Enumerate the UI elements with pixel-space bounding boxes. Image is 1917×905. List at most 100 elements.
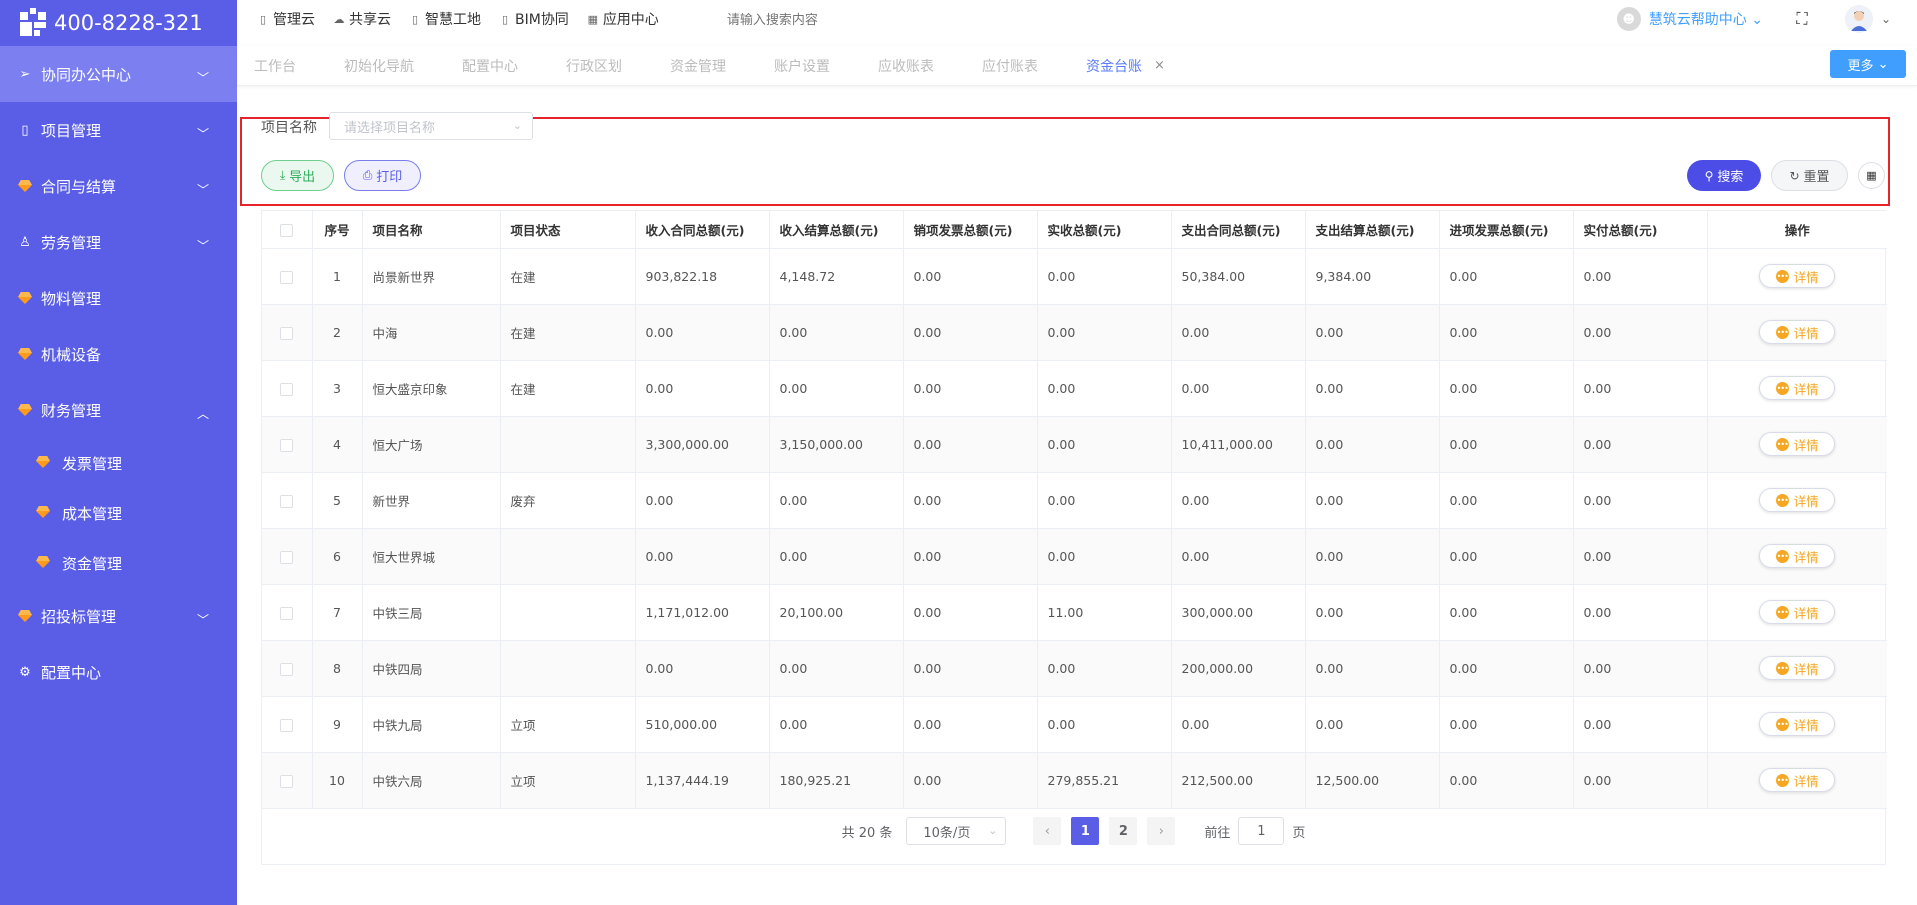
row-checkbox[interactable] (280, 270, 294, 284)
table-cell: 0.00 (1439, 248, 1574, 305)
table-row: 4 恒大广场 3,300,000.00 3,150,000.00 0.00 0.00 10,… (262, 416, 1887, 473)
sidebar-item[interactable]: 招投标管理 ﹀ (0, 588, 237, 644)
page-button[interactable]: 2 (1109, 817, 1138, 845)
row-checkbox[interactable] (280, 326, 294, 340)
table-cell: 0.00 (769, 304, 904, 361)
row-select-cell (262, 528, 313, 585)
sidebar-subitem[interactable]: 成本管理 (0, 488, 237, 538)
detail-button[interactable]: ••• 详情 (1759, 488, 1836, 512)
user-chevron-down-icon[interactable]: ⌄ (1881, 12, 1891, 26)
sidebar-item[interactable]: ➢ 协同办公中心 ﹀ (0, 46, 237, 102)
table-cell: 0.00 (903, 752, 1038, 809)
table-cell: 立项 (500, 696, 636, 753)
tab[interactable]: 初始化导航 (344, 56, 414, 76)
table-cell: 0.00 (1573, 248, 1708, 305)
goto-suffix: 页 (1292, 825, 1306, 841)
logo[interactable]: 400-8228-321 (0, 0, 237, 46)
topnav-item[interactable]: ☁ 共享云 (333, 9, 392, 29)
table-cell: 180,925.21 (769, 752, 904, 809)
table-row: 6 恒大世界城 0.00 0.00 0.00 0.00 0.00 0.00 0.00 0.00 ••… (262, 528, 1887, 585)
page-button[interactable]: 1 (1071, 817, 1100, 845)
table-cell: 1,171,012.00 (635, 584, 770, 641)
sidebar-item[interactable]: ♙ 劳务管理 ﹀ (0, 214, 237, 270)
detail-button[interactable]: ••• 详情 (1759, 712, 1836, 736)
page-buttons: 12 (1066, 817, 1142, 845)
search-icon: ⚲ (1704, 168, 1714, 183)
tab[interactable]: 行政区划 (566, 56, 622, 76)
select-all-checkbox[interactable] (280, 223, 294, 237)
detail-button[interactable]: ••• 详情 (1759, 544, 1836, 568)
row-checkbox[interactable] (280, 662, 294, 676)
user-avatar[interactable] (1844, 5, 1873, 33)
detail-button[interactable]: ••• 详情 (1759, 600, 1836, 624)
row-checkbox[interactable] (280, 438, 294, 452)
top-search-input[interactable] (726, 11, 977, 27)
table-cell: 20,100.00 (769, 584, 904, 641)
tab[interactable]: 工作台 (254, 56, 296, 76)
export-button[interactable]: ⤓ 导出 (261, 160, 334, 191)
detail-button[interactable]: ••• 详情 (1759, 376, 1836, 400)
topnav-item[interactable]: ▯ BIM协同 (499, 9, 569, 29)
tab[interactable]: 应收账表 (878, 56, 934, 76)
next-page-button[interactable]: › (1147, 817, 1176, 845)
table-cell: 10,411,000.00 (1171, 416, 1306, 473)
detail-button[interactable]: ••• 详情 (1759, 264, 1836, 288)
tab[interactable]: 账户设置 (774, 56, 830, 76)
sidebar-item[interactable]: 机械设备 (0, 326, 237, 382)
print-label: 打印 (376, 170, 403, 185)
column-settings-icon[interactable]: ▦ (1858, 162, 1885, 189)
detail-button[interactable]: ••• 详情 (1759, 320, 1836, 344)
search-button[interactable]: ⚲ 搜索 (1687, 160, 1761, 191)
sidebar-subitem[interactable]: 发票管理 (0, 438, 237, 488)
row-checkbox[interactable] (280, 774, 294, 788)
topnav-item[interactable]: ▯ 管理云 (257, 9, 315, 29)
ledger-table: 序号 项目名称 项目状态 收入合同总额(元) 收入结算总额(元) 销项发票总额(元) 实收总… (261, 210, 1887, 865)
topnav-item[interactable]: ▯ 智慧工地 (409, 9, 481, 29)
goto-page-input[interactable] (1238, 817, 1285, 845)
table-cell: 0.00 (1439, 696, 1574, 753)
sidebar-menu: ➢ 协同办公中心 ﹀ ▯ 项目管理 ﹀ 合同与结算 ﹀ ♙ 劳务管理 ﹀ 物料管理 机械设备 财务管理 ︿ 发… (0, 46, 237, 700)
help-center-link[interactable]: 慧筑云帮助中心 ⌄ (1649, 9, 1763, 29)
tab[interactable]: 资金管理 (670, 56, 726, 76)
row-checkbox[interactable] (280, 382, 294, 396)
sidebar-item[interactable]: 物料管理 (0, 270, 237, 326)
table-row: 7 中铁三局 1,171,012.00 20,100.00 0.00 11.00 300,0… (262, 584, 1887, 641)
reset-button[interactable]: ↻ 重置 (1771, 160, 1848, 191)
project-name-select[interactable]: 请选择项目名称 ⌄ (329, 112, 533, 140)
sidebar-item[interactable]: 财务管理 ︿ (0, 382, 237, 438)
row-checkbox[interactable] (280, 606, 294, 620)
table-cell: 0.00 (1573, 472, 1708, 529)
row-checkbox[interactable] (280, 718, 294, 732)
chevron-down-icon: ⌄ (1877, 56, 1889, 72)
prev-page-button[interactable]: ‹ (1033, 817, 1062, 845)
table-cell: 中海 (362, 304, 501, 361)
table-cell: 0.00 (1439, 360, 1574, 417)
table-cell: 0.00 (1439, 304, 1574, 361)
detail-button[interactable]: ••• 详情 (1759, 768, 1836, 792)
chevron-down-icon: ﹀ (197, 183, 210, 197)
gem-icon (17, 290, 33, 306)
table-cell: 立项 (500, 752, 636, 809)
close-icon[interactable]: × (1154, 58, 1165, 73)
tab-active[interactable]: 资金台账 (1086, 56, 1142, 76)
more-button[interactable]: 更多 ⌄ (1830, 50, 1906, 78)
table-cell: 中铁三局 (362, 584, 501, 641)
fullscreen-icon[interactable]: ⛶ (1793, 9, 1811, 28)
row-checkbox[interactable] (280, 550, 294, 564)
sidebar-subitem[interactable]: 资金管理 (0, 538, 237, 588)
tab[interactable]: 应付账表 (982, 56, 1038, 76)
tab[interactable]: 配置中心 (462, 56, 518, 76)
topnav-item[interactable]: ▦ 应用中心 (587, 9, 659, 29)
sidebar-item[interactable]: 合同与结算 ﹀ (0, 158, 237, 214)
detail-label: 详情 (1793, 717, 1819, 733)
row-checkbox[interactable] (280, 494, 294, 508)
table-cell: 510,000.00 (635, 696, 770, 753)
page-size-select[interactable]: 10条/页 ⌄ (906, 817, 1007, 845)
detail-button[interactable]: ••• 详情 (1759, 432, 1836, 456)
table-cell: 0.00 (1439, 416, 1574, 473)
print-button[interactable]: ⎙ 打印 (344, 160, 421, 191)
detail-button[interactable]: ••• 详情 (1759, 656, 1836, 680)
chevron-down-icon: ﹀ (197, 239, 210, 253)
sidebar-item[interactable]: ⚙ 配置中心 (0, 644, 237, 700)
sidebar-item[interactable]: ▯ 项目管理 ﹀ (0, 102, 237, 158)
